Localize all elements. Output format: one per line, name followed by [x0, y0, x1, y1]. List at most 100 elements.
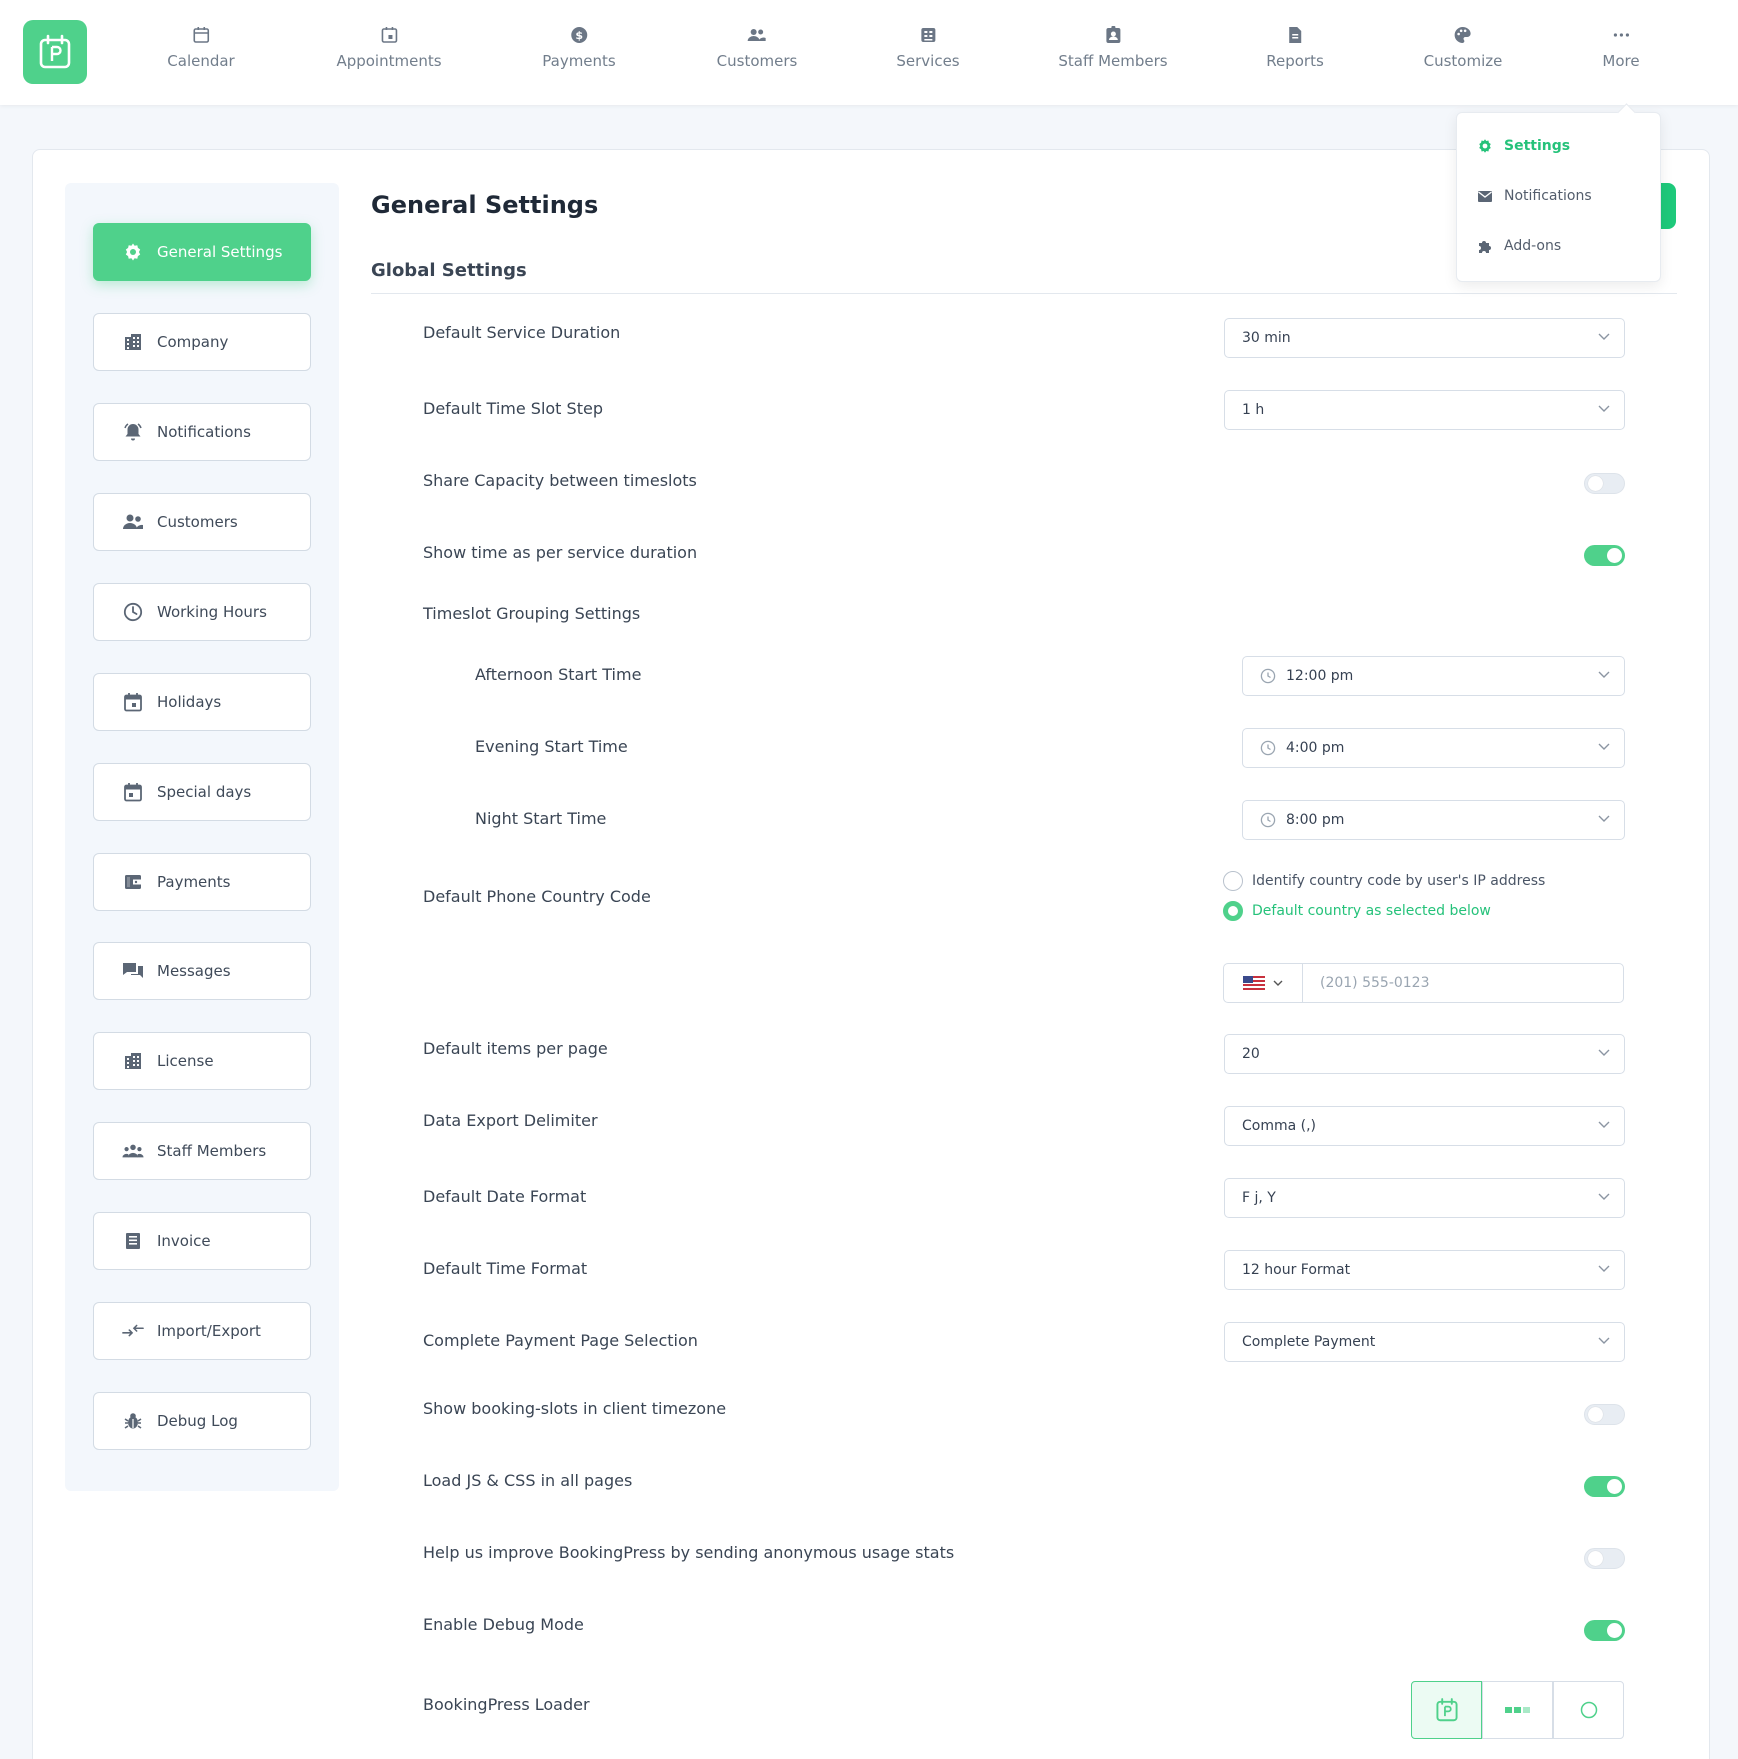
- sidebar-item-special-days[interactable]: Special days: [93, 763, 311, 821]
- debug-mode-toggle[interactable]: [1584, 1620, 1625, 1641]
- sidebar-item-label: Import/Export: [157, 1322, 261, 1340]
- sidebar-item-holidays[interactable]: Holidays: [93, 673, 311, 731]
- sidebar-item-label: Working Hours: [157, 603, 267, 621]
- toggle-knob: [1607, 548, 1622, 563]
- sidebar-item-debug-log[interactable]: Debug Log: [93, 1392, 311, 1450]
- radio-default-country[interactable]: Default country as selected below: [1223, 901, 1491, 921]
- phone-input[interactable]: [1303, 975, 1603, 991]
- toggle-knob: [1607, 1479, 1622, 1494]
- time-format-select[interactable]: 12 hour Format: [1224, 1250, 1625, 1290]
- loading-dots-icon: [1504, 1707, 1530, 1713]
- bookingpress-logo[interactable]: [23, 20, 87, 84]
- radio-label: Default country as selected below: [1252, 903, 1491, 919]
- loader-option-dots[interactable]: [1482, 1681, 1553, 1739]
- setting-label: Default Date Format: [423, 1187, 587, 1206]
- default-time-slot-step-select[interactable]: 1 h: [1224, 390, 1625, 430]
- items-per-page-select[interactable]: 20: [1224, 1034, 1625, 1074]
- setting-label: Afternoon Start Time: [475, 665, 642, 684]
- more-menu-settings[interactable]: Settings: [1477, 138, 1570, 154]
- customers-icon: [747, 24, 767, 46]
- country-flag-select[interactable]: [1224, 964, 1303, 1002]
- nav-appointments[interactable]: Appointments: [336, 24, 442, 70]
- load-js-css-toggle[interactable]: [1584, 1476, 1625, 1497]
- nav-label: Services: [896, 52, 960, 70]
- setting-label: Help us improve BookingPress by sending …: [423, 1543, 955, 1562]
- nav-services[interactable]: Services: [896, 24, 960, 70]
- sidebar-item-label: Customers: [157, 513, 238, 531]
- loader-option-logo[interactable]: [1411, 1681, 1482, 1739]
- loader-option-spinner[interactable]: [1553, 1681, 1624, 1739]
- setting-label: Enable Debug Mode: [423, 1615, 584, 1634]
- setting-label: Share Capacity between timeslots: [423, 471, 697, 490]
- export-delimiter-select[interactable]: Comma (,): [1224, 1106, 1625, 1146]
- puzzle-icon: [1477, 238, 1495, 254]
- sidebar-item-messages[interactable]: Messages: [93, 942, 311, 1000]
- sidebar-item-license[interactable]: License: [93, 1032, 311, 1090]
- bug-icon: [122, 1410, 144, 1432]
- nav-reports[interactable]: Reports: [1266, 24, 1324, 70]
- nav-more[interactable]: More: [1602, 24, 1640, 70]
- select-value: Comma (,): [1242, 1118, 1317, 1134]
- nav-label: Payments: [542, 52, 616, 70]
- logo-icon: [1435, 1698, 1458, 1722]
- usage-stats-toggle[interactable]: [1584, 1548, 1625, 1569]
- show-time-per-duration-toggle[interactable]: [1584, 545, 1625, 566]
- setting-label: Night Start Time: [475, 809, 607, 828]
- client-timezone-toggle[interactable]: [1584, 1404, 1625, 1425]
- nav-label: More: [1602, 52, 1640, 70]
- sidebar-item-notifications[interactable]: Notifications: [93, 403, 311, 461]
- sidebar-item-label: Payments: [157, 873, 231, 891]
- sidebar-item-company[interactable]: Company: [93, 313, 311, 371]
- select-value: 20: [1242, 1046, 1260, 1062]
- radio-identify-by-ip[interactable]: Identify country code by user's IP addre…: [1223, 871, 1545, 891]
- sidebar-item-label: Notifications: [157, 423, 251, 441]
- share-capacity-toggle[interactable]: [1584, 473, 1625, 494]
- setting-label: Show time as per service duration: [423, 543, 698, 562]
- chevron-down-icon: [1598, 815, 1610, 822]
- nav-payments[interactable]: $ Payments: [542, 24, 616, 70]
- radio-button[interactable]: [1223, 871, 1243, 891]
- menu-item-label: Notifications: [1504, 188, 1592, 204]
- nav-customize[interactable]: Customize: [1424, 24, 1502, 70]
- chevron-down-icon: [1273, 980, 1283, 986]
- nav-customers[interactable]: Customers: [717, 24, 797, 70]
- building-icon: [122, 331, 144, 353]
- invoice-icon: [122, 1230, 144, 1252]
- sidebar-item-label: Messages: [157, 962, 231, 980]
- afternoon-start-time-select[interactable]: 12:00 pm: [1242, 656, 1625, 696]
- chevron-down-icon: [1598, 1121, 1610, 1128]
- evening-start-time-select[interactable]: 4:00 pm: [1242, 728, 1625, 768]
- complete-payment-page-select[interactable]: Complete Payment: [1224, 1322, 1625, 1362]
- sidebar-item-working-hours[interactable]: Working Hours: [93, 583, 311, 641]
- sidebar-item-invoice[interactable]: Invoice: [93, 1212, 311, 1270]
- sidebar-item-import-export[interactable]: Import/Export: [93, 1302, 311, 1360]
- chevron-down-icon: [1598, 743, 1610, 750]
- select-value: 8:00 pm: [1286, 812, 1345, 828]
- sidebar-item-staff-members[interactable]: Staff Members: [93, 1122, 311, 1180]
- clock-icon: [1260, 668, 1276, 684]
- nav-staff-members[interactable]: Staff Members: [1058, 24, 1168, 70]
- sidebar-item-label: Company: [157, 333, 229, 351]
- sidebar-item-payments[interactable]: Payments: [93, 853, 311, 911]
- sidebar-item-label: License: [157, 1052, 214, 1070]
- default-service-duration-select[interactable]: 30 min: [1224, 318, 1625, 358]
- staff-icon: [122, 1140, 144, 1162]
- select-value: Complete Payment: [1242, 1334, 1376, 1350]
- bell-icon: [122, 421, 144, 443]
- setting-label: Complete Payment Page Selection: [423, 1331, 698, 1350]
- report-icon: [1287, 24, 1303, 46]
- gear-icon: [1477, 138, 1495, 154]
- nav-calendar[interactable]: Calendar: [167, 24, 235, 70]
- more-menu-notifications[interactable]: Notifications: [1477, 188, 1592, 204]
- chevron-down-icon: [1598, 1193, 1610, 1200]
- chevron-down-icon: [1598, 671, 1610, 678]
- import-export-icon: [122, 1320, 144, 1342]
- select-value: 12 hour Format: [1242, 1262, 1351, 1278]
- sidebar-item-general-settings[interactable]: General Settings: [93, 223, 311, 281]
- date-format-select[interactable]: F j, Y: [1224, 1178, 1625, 1218]
- radio-button[interactable]: [1223, 901, 1243, 921]
- sidebar-item-customers[interactable]: Customers: [93, 493, 311, 551]
- night-start-time-select[interactable]: 8:00 pm: [1242, 800, 1625, 840]
- setting-label: Default items per page: [423, 1039, 608, 1058]
- more-menu-addons[interactable]: Add-ons: [1477, 238, 1561, 254]
